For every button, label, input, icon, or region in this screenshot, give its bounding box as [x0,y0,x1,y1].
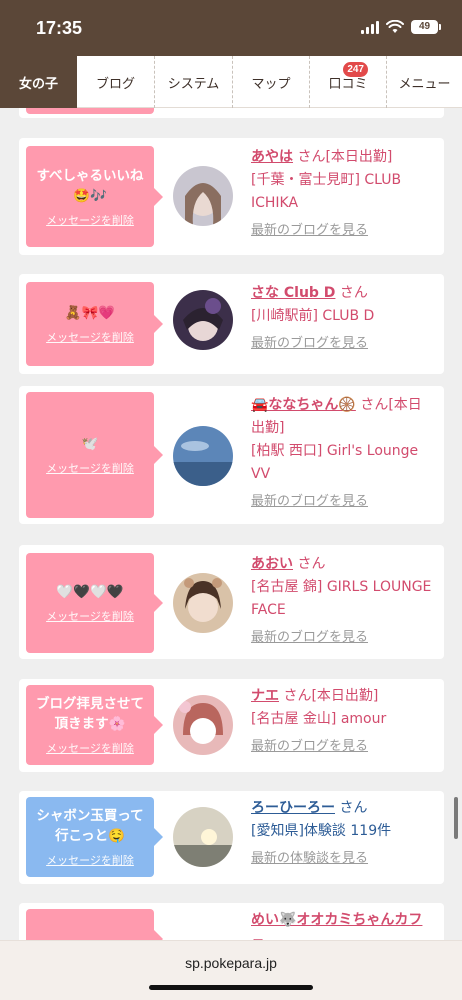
san-label: さん [339,800,368,816]
url-text: sp.pokepara.jp [185,955,277,971]
shop-link[interactable]: [川崎駅前] CLUB D [251,305,434,328]
avatar[interactable] [173,290,233,350]
tab-menu[interactable]: メニュー [387,56,462,108]
latest-blog-link[interactable]: 最新のブログを見る [251,626,434,649]
message-bubble: 🕊️ メッセージを削除 [26,392,163,518]
list-item: シャボン玉買って行こっと🤤 メッセージを削除 ろーひーろー さん [愛知県]体験… [19,791,444,884]
message-text: ブログ拝見させて頂きます🌸 [36,696,144,732]
tab-label: 女の子 [18,76,58,92]
message-text: 🕊️ [81,436,99,452]
girl-info: ナエ さん[本日出勤] [名古屋 金山] amour 最新のブログを見る [251,685,434,758]
girl-info: さな Club D さん [川崎駅前] CLUB D 最新のブログを見る [251,282,434,355]
scrollbar-thumb[interactable] [454,797,458,839]
message-bubble: シャボン玉買って行こっと🤤 メッセージを削除 [26,797,163,877]
list-item: 🤍🖤🤍🖤 メッセージを削除 あおい さん [名古屋 錦] GIRLS LOUNG… [19,545,444,659]
tab-label: システム [167,76,220,92]
message-bubble: 🧸🎀💗 メッセージを削除 [26,282,163,366]
latest-blog-link[interactable]: 最新のブログを見る [251,490,434,513]
message-bubble: ブログ拝見させて頂きます🌸 メッセージを削除 [26,685,163,765]
message-list: すべしゃるいいね🤩🎶 メッセージを削除 あやは さん[本日出勤] [千葉・富士見… [0,108,462,940]
avatar[interactable] [173,695,233,755]
tab-map[interactable]: マップ [233,56,310,108]
review-count-link[interactable]: [愛知県]体験談 119件 [251,820,434,843]
shop-link[interactable]: [柏駅 西口] Girl's Lounge VV [251,440,434,486]
signal-icon [361,20,379,34]
san-label: さん [360,397,389,413]
girl-info: あやは さん[本日出勤] [千葉・富士見町] CLUB ICHIKA 最新のブロ… [251,146,434,242]
girl-name-link[interactable]: ナエ [251,688,279,704]
avatar[interactable] [173,807,233,867]
delete-message-link[interactable]: メッセージを削除 [46,852,134,868]
tab-label: メニュー [398,76,451,92]
list-item: すべしゃるいいね🤩🎶 メッセージを削除 あやは さん[本日出勤] [千葉・富士見… [19,138,444,255]
message-bubble: すべしゃるいいね🤩🎶 メッセージを削除 [26,146,163,247]
message-bubble [26,909,163,940]
delete-message-link[interactable]: メッセージを削除 [46,212,134,228]
girl-name-link[interactable]: あやは [251,149,293,165]
message-text: シャボン玉買って行こっと🤤 [36,808,144,844]
message-text: 🤍🖤🤍🖤 [56,584,124,600]
list-item [19,108,444,118]
girl-name-link[interactable]: あおい [251,556,293,572]
tab-label: マップ [251,76,291,92]
latest-blog-link[interactable]: 最新のブログを見る [251,332,434,355]
message-text: すべしゃるいいね🤩🎶 [36,167,144,204]
shop-link[interactable]: [名古屋 金山] amour [251,708,434,731]
message-bubble: 🤍🖤🤍🖤 メッセージを削除 [26,553,163,653]
reviewer-info: ろーひーろー さん [愛知県]体験談 119件 最新の体験談を見る [251,797,434,870]
avatar[interactable] [173,573,233,633]
status-icons: 49 [361,20,441,34]
review-count-badge: 247 [343,62,368,77]
tab-blog[interactable]: ブログ [77,56,155,108]
list-item: めい🐺オオカミちゃんカフェ [19,903,444,940]
status-time: 17:35 [36,18,83,38]
list-item: ブログ拝見させて頂きます🌸 メッセージを削除 ナエ さん[本日出勤] [名古屋 … [19,679,444,772]
san-label: さん [283,688,312,704]
shop-link[interactable]: [名古屋 錦] GIRLS LOUNGE FACE [251,576,434,622]
nav-bar: 女の子 ブログ システム マップ 口コミ 247 メニュー [0,56,462,108]
san-label: さん [297,149,326,165]
san-label: さん [297,556,326,572]
avatar[interactable] [173,426,233,486]
girl-info: 🚘ななちゃん🛞 さん[本日出勤] [柏駅 西口] Girl's Lounge V… [251,394,434,513]
delete-message-link[interactable]: メッセージを削除 [46,608,134,624]
message-text: 🧸🎀💗 [64,305,116,321]
delete-message-link[interactable]: メッセージを削除 [46,740,134,756]
tab-label: ブログ [95,76,135,92]
girl-info: あおい さん [名古屋 錦] GIRLS LOUNGE FACE 最新のブログを… [251,553,434,649]
avatar[interactable] [173,166,233,226]
attendance-status: [本日出勤] [311,688,379,704]
status-bar: 17:35 49 [0,0,462,56]
girl-name-link[interactable]: さな Club D [251,285,335,301]
tab-girls[interactable]: 女の子 [0,56,77,108]
list-item: 🕊️ メッセージを削除 🚘ななちゃん🛞 さん[本日出勤] [柏駅 西口] Gir… [19,386,444,524]
tab-reviews[interactable]: 口コミ 247 [310,56,387,108]
url-bar[interactable]: sp.pokepara.jp [0,940,462,1000]
latest-review-link[interactable]: 最新の体験談を見る [251,847,434,870]
girl-name-link[interactable]: 🚘ななちゃん🛞 [251,397,356,413]
san-label: さん [339,285,368,301]
delete-message-link[interactable]: メッセージを削除 [46,329,134,345]
shop-link[interactable]: [千葉・富士見町] CLUB ICHIKA [251,169,434,215]
attendance-status: [本日出勤] [325,149,393,165]
home-indicator[interactable] [149,985,313,990]
tab-system[interactable]: システム [155,56,233,108]
latest-blog-link[interactable]: 最新のブログを見る [251,735,434,758]
battery-icon: 49 [411,20,441,34]
girl-name-link[interactable]: めい🐺オオカミちゃんカフェ [251,912,422,940]
girl-info: めい🐺オオカミちゃんカフェ [251,909,434,940]
reviewer-name-link[interactable]: ろーひーろー [251,800,335,816]
delete-message-link[interactable]: メッセージを削除 [46,460,134,476]
wifi-icon [386,20,404,33]
latest-blog-link[interactable]: 最新のブログを見る [251,219,434,242]
list-item: 🧸🎀💗 メッセージを削除 さな Club D さん [川崎駅前] CLUB D … [19,274,444,374]
